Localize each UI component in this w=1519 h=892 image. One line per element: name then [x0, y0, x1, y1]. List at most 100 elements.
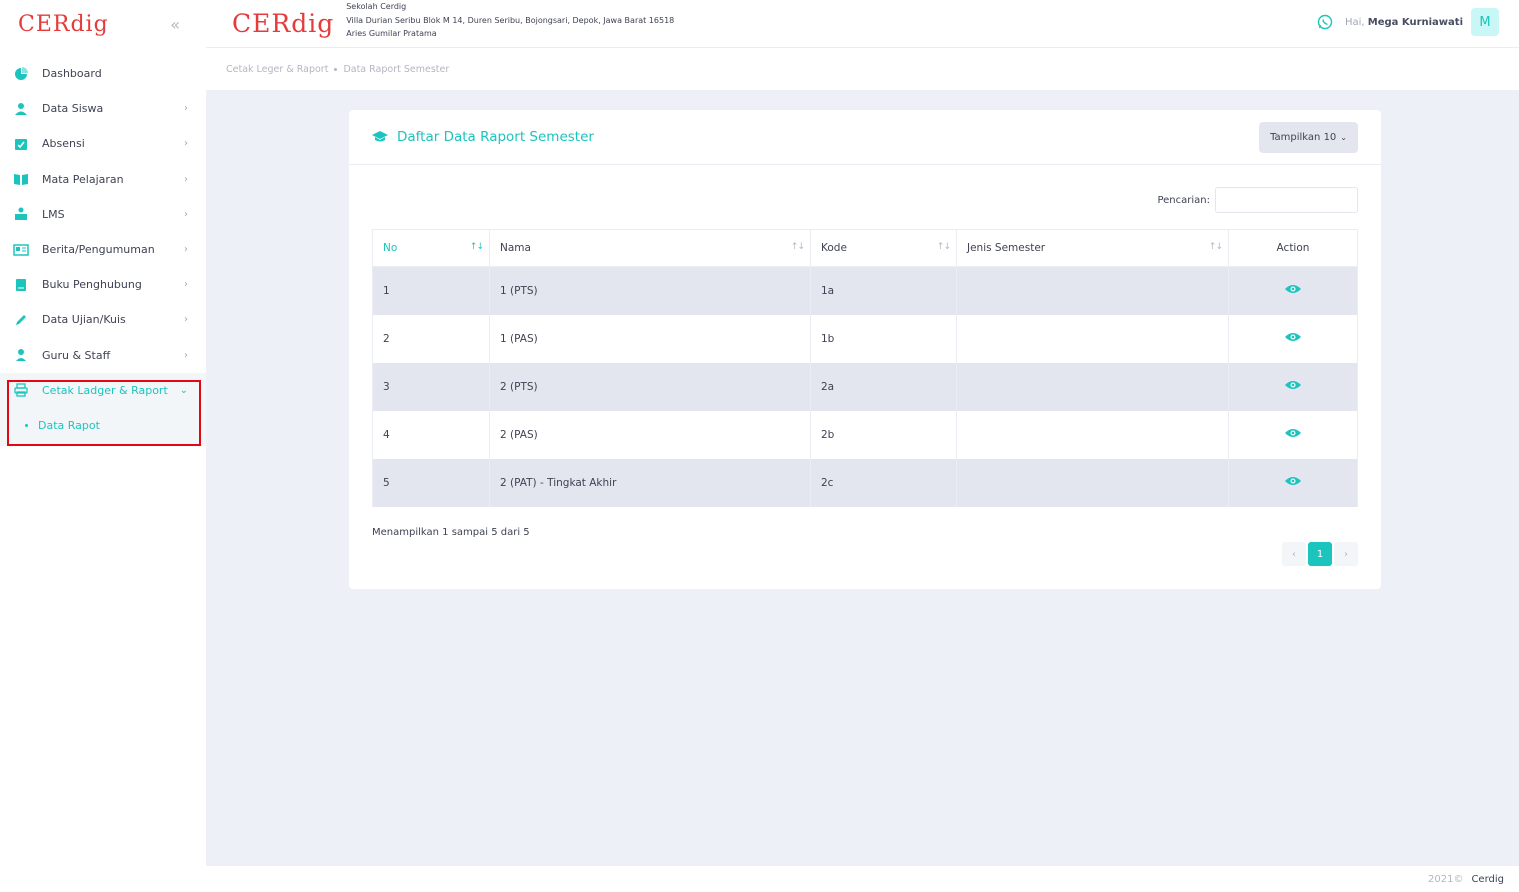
school-person: Aries Gumilar Pratama — [346, 29, 437, 39]
sidebar-item-data-siswa[interactable]: Data Siswa › — [0, 91, 206, 126]
sidebar-menu: Dashboard Data Siswa › Absensi › Mata Pe… — [0, 56, 206, 446]
greeting-text: Hai, — [1344, 16, 1365, 28]
sidebar-item-label: Data Siswa — [42, 102, 104, 116]
table-header-row: No ↑↓ Nama ↑↓ Kode ↑↓ Jenis Semester ↑↓ Acti… — [372, 229, 1358, 267]
cell-action — [1228, 266, 1358, 315]
sidebar-item-guru-staff[interactable]: Guru & Staff › — [0, 338, 206, 373]
submenu-item-label: Data Rapot — [38, 419, 100, 433]
column-header-nama[interactable]: Nama ↑↓ — [489, 229, 811, 267]
table-row: 4 2 (PAS) 2b — [372, 410, 1358, 459]
submenu-cetak-ledger: Data Rapot — [0, 407, 206, 446]
top-header: CERdig Sekolah Cerdig Villa Durian Serib… — [206, 0, 1519, 48]
cell-action — [1228, 362, 1358, 411]
sidebar-item-label: Data Ujian/Kuis — [42, 313, 126, 327]
show-entries-dropdown[interactable]: Tampilkan 10 ⌄ — [1259, 121, 1358, 153]
breadcrumb: Cetak Leger & Raport Data Raport Semeste… — [206, 48, 1519, 90]
book-icon — [13, 277, 29, 293]
sidebar-item-buku-penghubung[interactable]: Buku Penghubung › — [0, 267, 206, 302]
footer-brand[interactable]: Cerdig — [1471, 874, 1504, 885]
user-greeting[interactable]: Hai, Mega Kurniawati — [1345, 17, 1463, 28]
pagination-page[interactable]: 1 — [1308, 542, 1332, 566]
view-eye-icon[interactable] — [1285, 332, 1301, 342]
sidebar-item-mata-pelajaran[interactable]: Mata Pelajaran › — [0, 162, 206, 197]
school-name: Sekolah Cerdig — [346, 2, 407, 12]
teacher-icon — [13, 347, 29, 363]
cell-kode: 1b — [810, 314, 957, 363]
cell-nama: 2 (PAT) - Tingkat Akhir — [489, 458, 811, 507]
header-user-area: Hai, Mega Kurniawati M — [1317, 8, 1499, 36]
school-address: Villa Durian Seribu Blok M 14, Duren Ser… — [346, 15, 675, 25]
table-row: 3 2 (PTS) 2a — [372, 362, 1358, 411]
chevron-right-icon: › — [184, 279, 188, 291]
sidebar: CERdig « Dashboard Data Siswa › Absensi … — [0, 0, 206, 892]
graduation-cap-icon — [372, 131, 388, 143]
chevron-right-icon: › — [184, 314, 188, 326]
header-logo[interactable]: CERdig — [232, 9, 334, 38]
cell-jenis — [956, 458, 1229, 507]
cell-no: 1 — [372, 266, 490, 315]
avatar[interactable]: M — [1471, 8, 1499, 36]
chevron-right-icon: › — [184, 173, 188, 185]
sort-icon: ↑↓ — [469, 242, 484, 252]
pagination-next[interactable]: › — [1334, 542, 1358, 566]
sidebar-item-label: Cetak Ladger & Raport — [42, 383, 168, 397]
cell-nama: 1 (PAS) — [489, 314, 811, 363]
bullet-icon — [25, 424, 28, 428]
sidebar-item-dashboard[interactable]: Dashboard — [0, 56, 206, 91]
sidebar-item-lms[interactable]: LMS › — [0, 197, 206, 232]
whatsapp-icon[interactable] — [1317, 14, 1333, 30]
search-label: Pencarian: — [1157, 194, 1210, 206]
column-header-action: Action — [1228, 229, 1358, 267]
card-title: Daftar Data Raport Semester — [372, 129, 1259, 145]
cell-no: 4 — [372, 410, 490, 459]
breadcrumb-item-data-raport[interactable]: Data Raport Semester — [343, 64, 449, 75]
chevron-right-icon: › — [184, 103, 188, 115]
cell-no: 5 — [372, 458, 490, 507]
calendar-check-icon — [13, 136, 29, 152]
cell-nama: 2 (PAS) — [489, 410, 811, 459]
column-header-kode[interactable]: Kode ↑↓ — [810, 229, 957, 267]
pagination-prev[interactable]: ‹ — [1282, 542, 1306, 566]
cell-action — [1228, 458, 1358, 507]
search-input[interactable] — [1215, 187, 1358, 213]
sort-icon: ↑↓ — [1208, 242, 1223, 252]
cell-no: 3 — [372, 362, 490, 411]
school-info: Sekolah Cerdig Villa Durian Seribu Blok … — [346, 0, 674, 41]
collapse-sidebar-icon[interactable]: « — [170, 15, 180, 34]
cell-kode: 2a — [810, 362, 957, 411]
footer: 2021© Cerdig — [206, 866, 1519, 892]
cell-action — [1228, 410, 1358, 459]
table-row: 1 1 (PTS) 1a — [372, 266, 1358, 315]
breadcrumb-item-cetak-leger[interactable]: Cetak Leger & Raport — [226, 64, 328, 75]
column-header-no[interactable]: No ↑↓ — [372, 229, 490, 267]
sidebar-item-absensi[interactable]: Absensi › — [0, 126, 206, 161]
table-row: 2 1 (PAS) 1b — [372, 314, 1358, 363]
cell-no: 2 — [372, 314, 490, 363]
cell-kode: 2b — [810, 410, 957, 459]
raport-card: Daftar Data Raport Semester Tampilkan 10… — [349, 110, 1381, 589]
sidebar-item-label: Absensi — [42, 137, 85, 151]
view-eye-icon[interactable] — [1285, 284, 1301, 294]
sidebar-item-label: Dashboard — [42, 67, 102, 81]
table-info: Menampilkan 1 sampai 5 dari 5 — [372, 527, 530, 538]
search-row: Pencarian: — [1157, 187, 1358, 213]
view-eye-icon[interactable] — [1285, 380, 1301, 390]
cell-nama: 1 (PTS) — [489, 266, 811, 315]
sidebar-item-berita[interactable]: Berita/Pengumuman › — [0, 232, 206, 267]
sort-icon: ↑↓ — [790, 242, 805, 252]
sidebar-item-cetak-ledger[interactable]: Cetak Ladger & Raport ⌄ — [0, 372, 206, 408]
column-header-jenis-semester[interactable]: Jenis Semester ↑↓ — [956, 229, 1229, 267]
sidebar-logo[interactable]: CERdig — [18, 12, 109, 37]
card-header: Daftar Data Raport Semester Tampilkan 10… — [349, 110, 1381, 165]
cell-jenis — [956, 314, 1229, 363]
card-title-text: Daftar Data Raport Semester — [397, 129, 594, 145]
view-eye-icon[interactable] — [1285, 476, 1301, 486]
submenu-item-data-rapot[interactable]: Data Rapot — [0, 412, 206, 440]
sidebar-item-data-ujian[interactable]: Data Ujian/Kuis › — [0, 302, 206, 337]
chevron-down-icon: ⌄ — [1340, 132, 1347, 142]
chevron-right-icon: › — [184, 349, 188, 361]
cell-nama: 2 (PTS) — [489, 362, 811, 411]
view-eye-icon[interactable] — [1285, 428, 1301, 438]
footer-year: 2021© — [1428, 873, 1464, 885]
chevron-right-icon: › — [184, 208, 188, 220]
